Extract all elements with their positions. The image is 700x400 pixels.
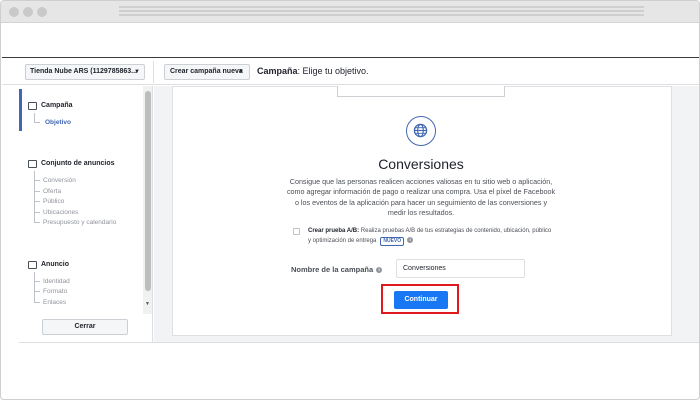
objective-description: Consigue que las personas realicen accio…: [286, 177, 556, 217]
tree-line: [34, 122, 40, 123]
sidebar-section-ad[interactable]: Anuncio: [41, 261, 69, 268]
close-button[interactable]: Cerrar: [42, 319, 128, 335]
window-dot-icon[interactable]: [9, 7, 19, 17]
sidebar-item-oferta[interactable]: Oferta: [43, 188, 61, 195]
sidebar-section-adset[interactable]: Conjunto de anuncios: [41, 160, 115, 167]
tree-line: [34, 302, 40, 303]
sidebar-item-formato[interactable]: Formato: [43, 288, 67, 295]
objective-title: Conversiones: [378, 156, 464, 172]
address-bar-line: [119, 10, 644, 12]
caret-down-icon: ▼: [134, 69, 140, 75]
window-dot-icon[interactable]: [37, 7, 47, 17]
toolbar-divider: [153, 61, 154, 83]
info-icon[interactable]: i: [376, 267, 383, 274]
tree-line: [34, 180, 40, 181]
folder-icon: [28, 102, 37, 110]
tree-line: [34, 191, 40, 192]
page-title-bold: Campaña: [257, 66, 298, 76]
browser-chrome: [1, 1, 699, 23]
sidebar-item-publico[interactable]: Público: [43, 198, 64, 205]
page-title: Campaña: Elige tu objetivo.: [257, 66, 369, 76]
tree-line: [34, 281, 40, 282]
sidebar-item-conversion[interactable]: Conversión: [43, 177, 76, 184]
ad-square-icon: [28, 261, 37, 269]
sidebar-item-presupuesto[interactable]: Presupuesto y calendario: [43, 219, 116, 226]
sidebar-item-identidad[interactable]: Identidad: [43, 278, 70, 285]
caret-down-icon: ▼: [238, 69, 244, 75]
sidebar-item-ubicaciones[interactable]: Ubicaciones: [43, 209, 78, 216]
sidebar-item-objetivo[interactable]: Objetivo: [45, 119, 71, 126]
ad-account-label: Tienda Nube ARS (1129785863...: [30, 68, 137, 75]
tree-line: [34, 201, 40, 202]
scroll-down-icon[interactable]: ▼: [145, 301, 150, 307]
create-campaign-label: Crear campaña nueva: [170, 68, 243, 75]
browser-window: Tienda Nube ARS (1129785863... ▼ Crear c…: [0, 0, 700, 400]
tree-line: [34, 212, 40, 213]
info-icon[interactable]: i: [407, 236, 414, 243]
active-section-indicator: [19, 89, 22, 131]
ab-test-text: Crear prueba A/B: Realiza pruebas A/B de…: [308, 227, 553, 246]
campaign-name-label-text: Nombre de la campaña: [291, 265, 374, 274]
tree-line: [34, 291, 40, 292]
continue-button[interactable]: Continuar: [394, 291, 448, 309]
tree-line: [34, 113, 35, 122]
objective-list-edge: [337, 86, 505, 97]
tree-line: [34, 171, 35, 222]
ab-test-label: Crear prueba A/B:: [308, 228, 360, 234]
create-campaign-button[interactable]: Crear campaña nueva ▼: [164, 64, 250, 80]
address-bar-line: [119, 6, 644, 8]
ad-account-select[interactable]: Tienda Nube ARS (1129785863... ▼: [25, 64, 145, 80]
page-title-rest: : Elige tu objetivo.: [297, 66, 369, 76]
campaign-name-input[interactable]: [396, 259, 525, 278]
sidebar-section-campaign[interactable]: Campaña: [41, 102, 73, 109]
sidebar: [19, 86, 153, 342]
tree-line: [34, 222, 40, 223]
sidebar-scroll-thumb[interactable]: [145, 91, 151, 291]
campaign-name-label: Nombre de la campaña i: [291, 265, 383, 274]
grid-icon: [28, 160, 37, 168]
window-dot-icon[interactable]: [23, 7, 33, 17]
sidebar-item-enlaces[interactable]: Enlaces: [43, 299, 66, 306]
address-bar-line: [119, 14, 644, 16]
content-bottom-border: [19, 342, 699, 343]
globe-icon-svg: [413, 123, 428, 138]
ab-test-checkbox[interactable]: [293, 228, 300, 235]
globe-icon: [406, 116, 436, 146]
new-badge: NUEVO: [380, 236, 405, 246]
tree-line: [34, 272, 35, 302]
